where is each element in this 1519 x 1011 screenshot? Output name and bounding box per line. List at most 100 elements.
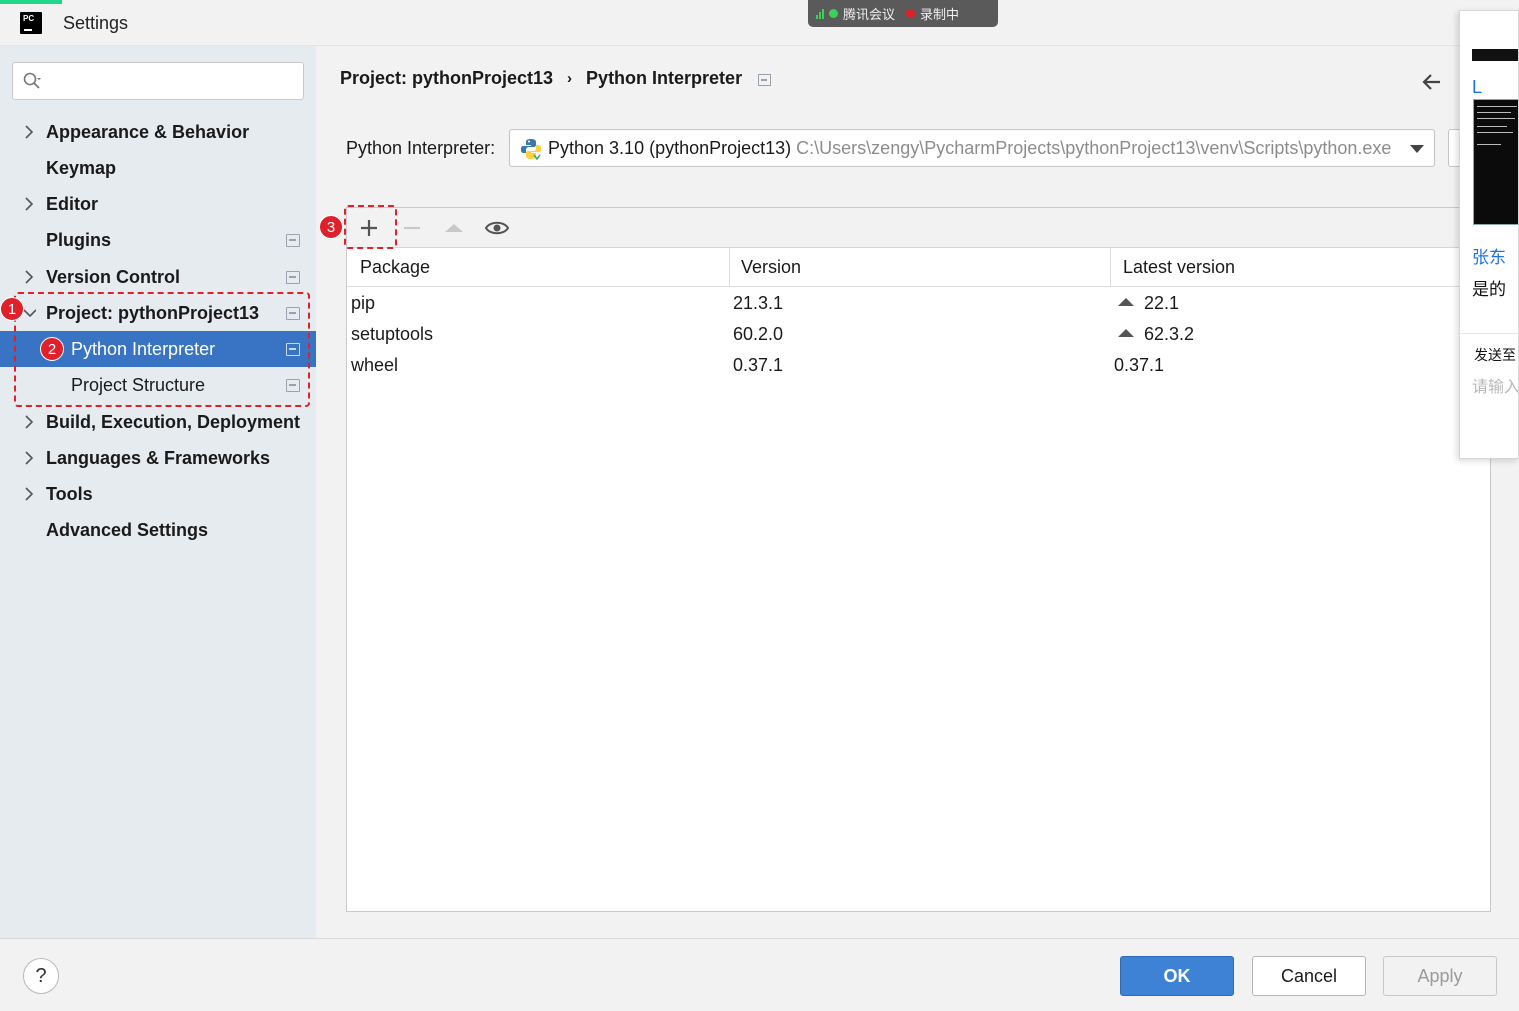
package-name: setuptools bbox=[351, 324, 434, 344]
chat-input[interactable]: 请输入 bbox=[1472, 373, 1518, 397]
chat-overlay-window[interactable]: L 张东 是的 发送至 请输入 bbox=[1459, 10, 1519, 459]
annotation-badge-3: 3 bbox=[319, 215, 343, 239]
sidebar-item-label: Tools bbox=[46, 484, 93, 504]
upgrade-package-icon[interactable] bbox=[439, 214, 469, 242]
interpreter-value: Python 3.10 (pythonProject13) C:\Users\z… bbox=[548, 130, 1391, 166]
dropdown-arrow-icon bbox=[1410, 145, 1424, 153]
help-button[interactable]: ? bbox=[23, 958, 59, 994]
thumbnail-line bbox=[1477, 126, 1507, 127]
ok-button[interactable]: OK bbox=[1120, 956, 1234, 996]
sidebar-item-label: Version Control bbox=[46, 267, 181, 287]
chat-compose-area: 发送至 请输入 bbox=[1460, 333, 1518, 458]
package-latest: 22.1 bbox=[1118, 288, 1179, 319]
chat-message: 是的 bbox=[1472, 280, 1506, 300]
meeting-app-label: 腾讯会议 bbox=[843, 8, 896, 23]
record-dot-icon bbox=[906, 9, 916, 18]
interpreter-dropdown[interactable]: Python 3.10 (pythonProject13) C:\Users\z… bbox=[509, 129, 1435, 167]
search-icon bbox=[23, 72, 41, 89]
upgrade-available-icon bbox=[1118, 329, 1134, 337]
thumbnail-line bbox=[1477, 118, 1515, 119]
chevron-right-icon bbox=[25, 415, 34, 429]
packages-table-header: Package Version Latest version bbox=[347, 248, 1490, 287]
column-header-package[interactable]: Package bbox=[360, 248, 430, 287]
package-name: wheel bbox=[351, 355, 399, 375]
meeting-indicator[interactable]: 腾讯会议 录制中 bbox=[808, 0, 998, 27]
signal-icon bbox=[816, 8, 824, 19]
annotation-badge-1: 1 bbox=[0, 297, 24, 321]
packages-panel: Package Version Latest version pip 21.3.… bbox=[346, 207, 1491, 912]
package-latest: 62.3.2 bbox=[1118, 319, 1194, 350]
status-dot-icon bbox=[829, 9, 838, 18]
project-scope-icon bbox=[286, 234, 300, 247]
interpreter-name: Python 3.10 (pythonProject13) bbox=[548, 138, 792, 158]
upgrade-available-icon bbox=[1118, 298, 1134, 306]
table-row[interactable]: wheel 0.37.1 0.37.1 bbox=[347, 350, 1490, 381]
packages-toolbar bbox=[347, 208, 1490, 248]
chevron-right-icon bbox=[25, 451, 34, 465]
sidebar-item-editor[interactable]: Editor bbox=[0, 186, 316, 222]
column-divider[interactable] bbox=[1110, 248, 1111, 287]
chevron-right-icon bbox=[25, 197, 34, 211]
project-scope-icon bbox=[758, 74, 771, 86]
sidebar-item-label: Build, Execution, Deployment bbox=[46, 412, 301, 432]
table-row[interactable]: pip 21.3.1 22.1 bbox=[347, 288, 1490, 319]
send-to-label: 发送至 bbox=[1474, 348, 1516, 364]
sidebar-item-label: Keymap bbox=[46, 158, 117, 178]
sidebar-item-version-control[interactable]: Version Control bbox=[0, 259, 316, 295]
package-version: 60.2.0 bbox=[733, 324, 784, 344]
sidebar-item-label: Appearance & Behavior bbox=[46, 122, 250, 142]
sidebar-item-appearance[interactable]: Appearance & Behavior bbox=[0, 114, 316, 150]
package-name: pip bbox=[351, 293, 376, 313]
breadcrumb-parent[interactable]: Project: pythonProject13 bbox=[340, 68, 553, 89]
chat-sender-name: 张东 bbox=[1472, 248, 1506, 268]
window-title: Settings bbox=[63, 13, 129, 33]
title-bar: PC Settings bbox=[0, 0, 1519, 46]
package-version: 21.3.1 bbox=[733, 293, 784, 313]
thumbnail-line bbox=[1477, 144, 1501, 145]
screenshot-thumbnail[interactable] bbox=[1473, 99, 1518, 225]
show-early-releases-eye-icon[interactable] bbox=[482, 214, 512, 242]
breadcrumb-current: Python Interpreter bbox=[586, 68, 743, 88]
sidebar-item-label: Plugins bbox=[46, 230, 112, 250]
settings-sidebar: Appearance & Behavior Keymap Editor Plug… bbox=[0, 46, 316, 938]
sidebar-item-label: Languages & Frameworks bbox=[46, 448, 271, 468]
back-arrow-icon[interactable] bbox=[1420, 70, 1444, 94]
sidebar-item-build[interactable]: Build, Execution, Deployment bbox=[0, 404, 316, 440]
sidebar-item-plugins[interactable]: Plugins bbox=[0, 222, 316, 258]
project-scope-icon bbox=[286, 271, 300, 284]
annotation-badge-2: 2 bbox=[40, 337, 64, 361]
sidebar-item-label: Editor bbox=[46, 194, 98, 214]
title-accent bbox=[0, 0, 62, 4]
breadcrumb: Project: pythonProject13 › Python Interp… bbox=[340, 68, 742, 89]
dialog-footer: ? OK Cancel Apply bbox=[0, 938, 1519, 1011]
thumbnail-line bbox=[1477, 132, 1513, 133]
interpreter-path: C:\Users\zengy\PycharmProjects\pythonPro… bbox=[796, 138, 1392, 158]
table-row[interactable]: setuptools 60.2.0 62.3.2 bbox=[347, 319, 1490, 350]
column-header-version[interactable]: Version bbox=[741, 248, 801, 287]
remove-package-icon[interactable] bbox=[397, 214, 427, 242]
column-header-latest[interactable]: Latest version bbox=[1123, 248, 1235, 287]
package-version: 0.37.1 bbox=[733, 355, 784, 375]
sidebar-item-keymap[interactable]: Keymap bbox=[0, 150, 316, 186]
pycharm-logo-icon: PC bbox=[20, 12, 42, 34]
chevron-right-icon bbox=[25, 270, 34, 284]
chat-link[interactable]: L bbox=[1472, 77, 1482, 98]
search-input[interactable] bbox=[12, 62, 304, 100]
chevron-right-icon bbox=[25, 487, 34, 501]
sidebar-item-tools[interactable]: Tools bbox=[0, 476, 316, 512]
breadcrumb-separator: › bbox=[567, 70, 573, 87]
python-icon bbox=[521, 139, 541, 160]
sidebar-item-advanced[interactable]: Advanced Settings bbox=[0, 512, 316, 548]
recording-label: 录制中 bbox=[920, 8, 960, 23]
chevron-right-icon bbox=[25, 125, 34, 139]
package-latest: 0.37.1 bbox=[1114, 355, 1165, 375]
column-divider[interactable] bbox=[729, 248, 730, 287]
thumbnail-line bbox=[1477, 112, 1511, 113]
sidebar-item-languages[interactable]: Languages & Frameworks bbox=[0, 440, 316, 476]
apply-button[interactable]: Apply bbox=[1383, 956, 1497, 996]
cancel-button[interactable]: Cancel bbox=[1252, 956, 1366, 996]
chat-header-bar bbox=[1472, 49, 1518, 61]
annotation-box-add bbox=[344, 205, 397, 249]
interpreter-label: Python Interpreter: bbox=[346, 138, 496, 158]
thumbnail-line bbox=[1477, 106, 1517, 107]
